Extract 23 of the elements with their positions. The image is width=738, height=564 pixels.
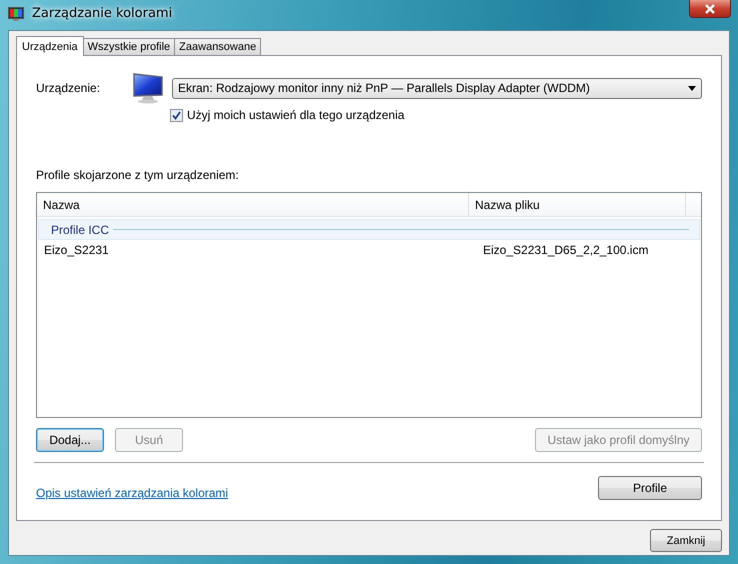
table-cell-text: Eizo_S2231 xyxy=(43,243,110,257)
help-link[interactable]: Opis ustawień zarządzania kolorami xyxy=(36,486,228,500)
monitor-icon xyxy=(132,72,166,104)
checkbox[interactable] xyxy=(170,108,183,122)
checkbox-label: Użyj moich ustawień dla tego urządzenia xyxy=(187,108,404,122)
close-button[interactable] xyxy=(689,0,731,18)
table-cell-text: Eizo_S2231_D65_2,2_100.icm xyxy=(482,243,648,257)
tab[interactable]: Wszystkie profile xyxy=(82,38,176,55)
close-dialog-button[interactable]: Zamknij xyxy=(650,529,722,552)
color-monitor-icon xyxy=(8,6,24,20)
tab[interactable]: Zaawansowane xyxy=(174,38,262,55)
list-button[interactable]: Dodaj... xyxy=(36,428,104,452)
close-icon xyxy=(704,4,716,14)
column-header[interactable]: Nazwa pliku xyxy=(469,193,686,216)
profiles-label: Profile skojarzone z tym urządzeniem: xyxy=(36,168,240,182)
column-header[interactable]: Nazwa xyxy=(37,193,469,216)
window-title: Zarządzanie kolorami xyxy=(32,6,172,21)
tab[interactable]: Urządzenia xyxy=(16,36,84,56)
dropdown-arrow-icon xyxy=(688,86,696,90)
device-dropdown[interactable]: Ekran: Rodzajowy monitor inny niż PnP — Parallels Display Adapter (WDDM) xyxy=(172,78,702,98)
device-label: Urządzenie: xyxy=(36,81,102,95)
profiles-button[interactable]: Profile xyxy=(598,476,702,500)
group-header: Profile ICC xyxy=(38,219,700,240)
